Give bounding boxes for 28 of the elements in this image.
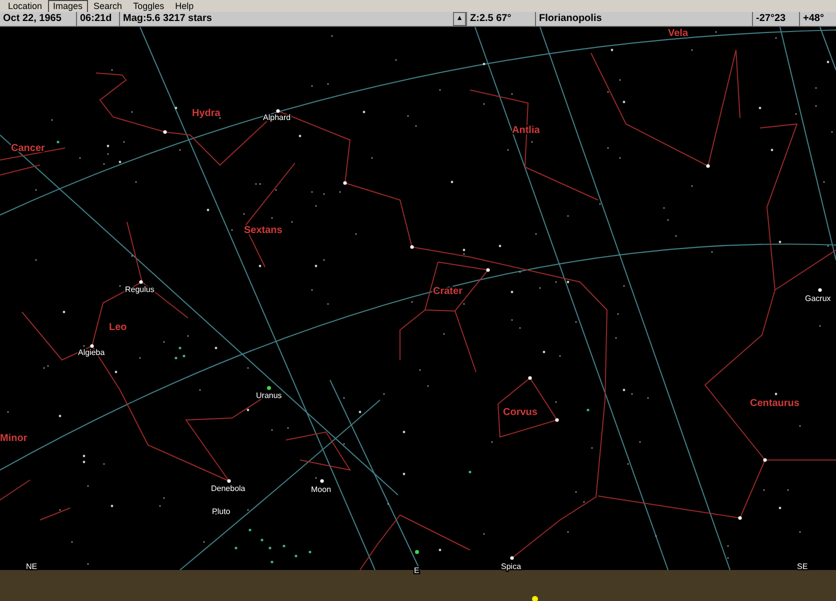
sun-icon — [532, 596, 538, 601]
compass-label: NE — [26, 562, 38, 571]
menu-item[interactable]: Location — [3, 0, 48, 12]
latitude-field: -27°23 — [752, 12, 799, 26]
constellation-label: Crater — [433, 286, 462, 297]
star-label: Denebola — [211, 484, 246, 493]
constellation-label: Leo — [109, 322, 127, 333]
constellation-label: Minor — [0, 433, 28, 444]
time-field: 06:21d — [76, 12, 119, 26]
constellation-label: Corvus — [503, 407, 538, 418]
constellation-label: Centaurus — [750, 398, 800, 409]
star-label: Moon — [311, 485, 332, 494]
menu-item[interactable]: Search — [88, 0, 128, 12]
constellation-label: Hydra — [192, 108, 220, 119]
star-label: Spica — [501, 562, 522, 571]
location-field: Florianopolis — [535, 12, 752, 26]
date-field: Oct 22, 1965 — [0, 12, 76, 26]
star-label: Uranus — [256, 391, 282, 400]
zoom-field: Z:2.5 67° — [466, 12, 535, 26]
compass-label: SE — [797, 562, 808, 571]
star-label: Regulus — [125, 285, 154, 294]
constellation-label: Vela — [668, 28, 688, 39]
longitude-field: +48° — [799, 12, 836, 26]
compass-label: E — [414, 566, 420, 575]
star-label: Pluto — [212, 507, 230, 516]
menu-item[interactable]: Toggles — [128, 0, 170, 12]
star-label: Gacrux — [805, 294, 831, 303]
menu-item[interactable]: Help — [170, 0, 199, 12]
